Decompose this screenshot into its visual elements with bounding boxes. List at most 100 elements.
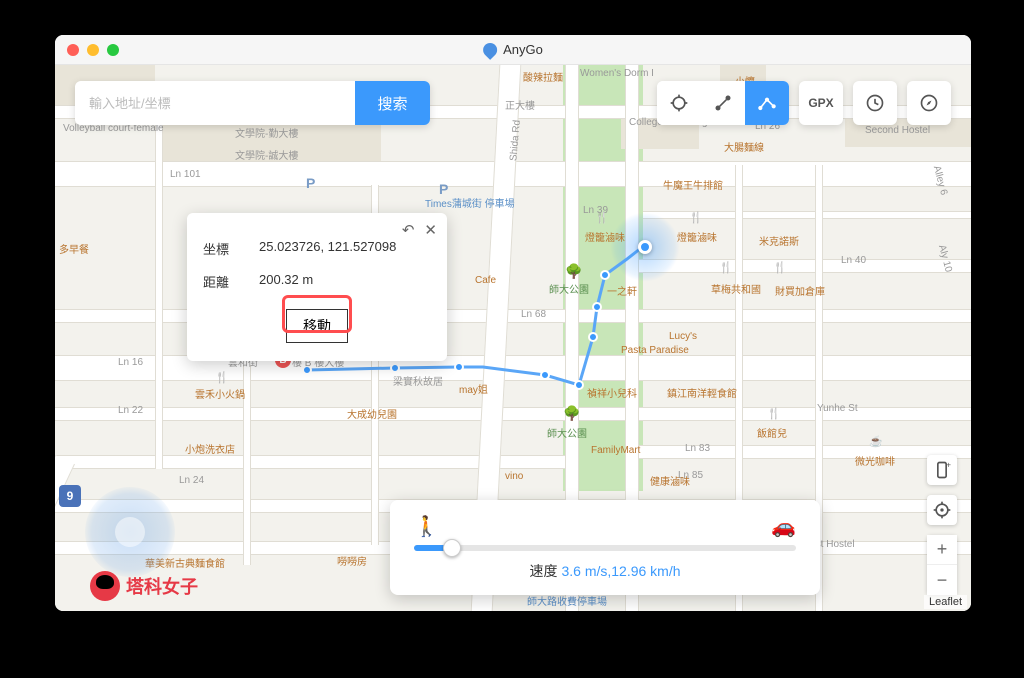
map-label: Ln 24: [179, 475, 204, 486]
history-button[interactable]: [853, 81, 897, 125]
coord-value: 25.023726, 121.527098: [259, 239, 396, 258]
map-label: Yunhe St: [817, 403, 858, 414]
map-label: Second Hostel: [865, 125, 930, 136]
map-label: 牛魔王牛排館: [663, 177, 723, 192]
maximize-window[interactable]: [107, 44, 119, 56]
map-label: 微光咖啡: [855, 453, 895, 468]
clock-icon: [865, 93, 885, 113]
route-waypoint[interactable]: [600, 270, 610, 280]
slider-thumb[interactable]: [443, 539, 461, 557]
current-location-dot[interactable]: [638, 240, 652, 254]
map-tools: + + −: [927, 455, 957, 595]
compass-button[interactable]: [907, 81, 951, 125]
app-window: AnyGo: [55, 35, 971, 611]
map-label: 燈籠滷味: [585, 229, 625, 244]
move-button[interactable]: 移動: [286, 309, 348, 343]
multi-spot-mode-button[interactable]: [745, 81, 789, 125]
map-label: 禎祥小兒科: [587, 385, 637, 400]
route-waypoint[interactable]: [588, 332, 598, 342]
restaurant-icon: 🍴: [215, 371, 229, 384]
close-window[interactable]: [67, 44, 79, 56]
route-shield-icon: 9: [59, 485, 81, 507]
minimize-window[interactable]: [87, 44, 99, 56]
map-label: 大成幼兒園: [347, 406, 397, 421]
speed-slider[interactable]: [414, 545, 796, 551]
map-attribution: Leaflet: [924, 595, 967, 609]
app-title: AnyGo: [483, 42, 543, 57]
map-label: 多早餐: [59, 241, 89, 256]
parking-icon: P: [306, 175, 315, 191]
map-label: Ln 16: [118, 357, 143, 368]
map-label: 燈籠滷味: [677, 229, 717, 244]
restaurant-icon: 🍴: [767, 407, 781, 420]
walk-icon: 🚶: [414, 514, 439, 539]
watermark-avatar-icon: [90, 571, 120, 601]
search-bar: 搜索: [75, 81, 430, 125]
heading-compass[interactable]: [85, 487, 175, 577]
map-label: FamilyMart: [591, 445, 640, 456]
map-label: Cafe: [475, 275, 496, 286]
restaurant-icon: 🍴: [595, 211, 609, 224]
route-waypoint[interactable]: [390, 363, 400, 373]
restaurant-icon: 🍴: [689, 211, 703, 224]
two-dot-line-icon: [713, 93, 733, 113]
app-title-text: AnyGo: [503, 42, 543, 57]
gpx-button[interactable]: GPX: [799, 81, 843, 125]
map-label: 鎮江南洋輕食館: [667, 385, 737, 400]
map-label: 師大公園: [549, 281, 589, 296]
map-label: 雲禾小火鍋: [195, 386, 245, 401]
route-waypoint[interactable]: [540, 370, 550, 380]
phone-plus-icon: +: [932, 460, 952, 480]
app-logo-icon: [480, 40, 500, 60]
watermark-text: 塔科女子: [126, 573, 198, 599]
route-mode-segment: [657, 81, 789, 125]
coord-label: 坐標: [203, 239, 259, 258]
map-label: 文學院-誠大樓: [235, 147, 298, 162]
speed-panel: 🚶 🚗 速度3.6 m/s,12.96 km/h: [390, 500, 820, 595]
map-label: Ln 83: [685, 443, 710, 454]
undo-button[interactable]: ↶: [402, 221, 415, 239]
map-label: 小炮洗衣店: [185, 441, 235, 456]
restaurant-icon: 🍴: [773, 261, 787, 274]
restaurant-icon: 🍴: [719, 261, 733, 274]
cafe-icon: ☕: [869, 435, 883, 448]
route-waypoint[interactable]: [454, 362, 464, 372]
search-button[interactable]: 搜索: [355, 81, 430, 125]
zoom-out-button[interactable]: −: [927, 565, 957, 595]
map-label: 梁實秋故居: [393, 373, 443, 388]
zoom-controls: + −: [927, 535, 957, 595]
map-label: 大腸麵線: [724, 139, 764, 154]
speed-readout: 速度3.6 m/s,12.96 km/h: [414, 561, 796, 581]
map-label: 嘮嘮房: [337, 553, 367, 568]
device-sync-button[interactable]: +: [927, 455, 957, 485]
multi-dot-line-icon: [757, 93, 777, 113]
locate-icon: [932, 500, 952, 520]
close-button[interactable]: ✕: [424, 221, 437, 239]
route-waypoint[interactable]: [574, 380, 584, 390]
map-label: 飯館兒: [757, 425, 787, 440]
distance-label: 距離: [203, 272, 259, 291]
map-label: Women's Dorm I: [580, 68, 654, 79]
compass-icon: [919, 93, 939, 113]
search-input[interactable]: [75, 81, 355, 125]
watermark: 塔科女子: [90, 571, 198, 601]
zoom-in-button[interactable]: +: [927, 535, 957, 565]
map-label: Ln 40: [841, 255, 866, 266]
map-label: Ln 101: [170, 169, 201, 180]
map-label: 師大公園: [547, 425, 587, 440]
window-controls: [67, 44, 119, 56]
teleport-mode-button[interactable]: [657, 81, 701, 125]
map-label: 一之軒: [607, 283, 637, 298]
map-label: 酸辣拉麵: [523, 69, 563, 84]
tree-icon: 🌳: [563, 405, 580, 422]
map-label: may姐: [459, 381, 488, 396]
map-label: 文學院-勤大樓: [235, 125, 298, 140]
titlebar: AnyGo: [55, 35, 971, 65]
parking-icon: P: [439, 181, 448, 197]
map-label: Lucy's: [669, 331, 697, 342]
map-label: 師大路收費停車場: [527, 593, 607, 608]
map-canvas[interactable]: B 酸辣拉麵 Women's Dorm I 小懷 正大樓 Swimming Po…: [55, 65, 971, 611]
locate-me-button[interactable]: [927, 495, 957, 525]
route-waypoint[interactable]: [592, 302, 602, 312]
two-spot-mode-button[interactable]: [701, 81, 745, 125]
